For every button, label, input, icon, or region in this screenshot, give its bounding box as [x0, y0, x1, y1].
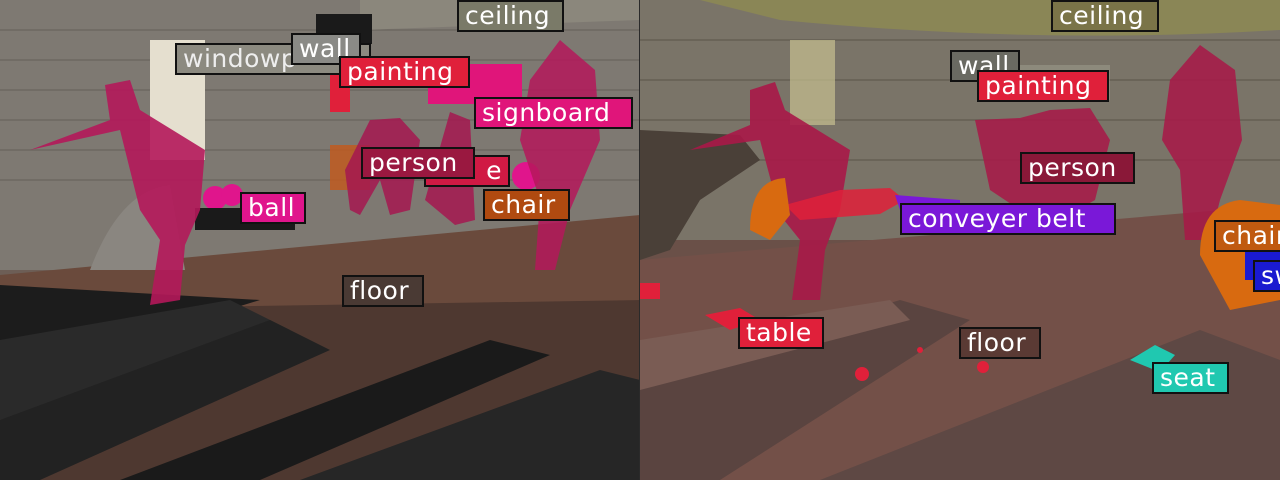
sw-label: sw	[1253, 260, 1280, 292]
painting-label: painting	[977, 70, 1109, 102]
ceiling-label: ceiling	[457, 0, 564, 32]
signboard-label: signboard	[474, 97, 633, 129]
chair-label: chair	[1214, 220, 1280, 252]
floor-label: floor	[342, 275, 424, 307]
left-segmentation-panel: windowp wall ceiling painting signboard …	[0, 0, 640, 480]
ceiling-label: ceiling	[1051, 0, 1159, 32]
person-label: person	[1020, 152, 1135, 184]
conveyer-belt-label: conveyer belt	[900, 203, 1116, 235]
ball-label: ball	[240, 192, 306, 224]
painting-label: painting	[339, 56, 470, 88]
floor-label: floor	[959, 327, 1041, 359]
person-label: person	[361, 147, 475, 179]
chair-label: chair	[483, 189, 570, 221]
seat-label: seat	[1152, 362, 1229, 394]
right-segmentation-panel: ceiling wall painting person conveyer be…	[640, 0, 1280, 480]
table-label: table	[738, 317, 824, 349]
